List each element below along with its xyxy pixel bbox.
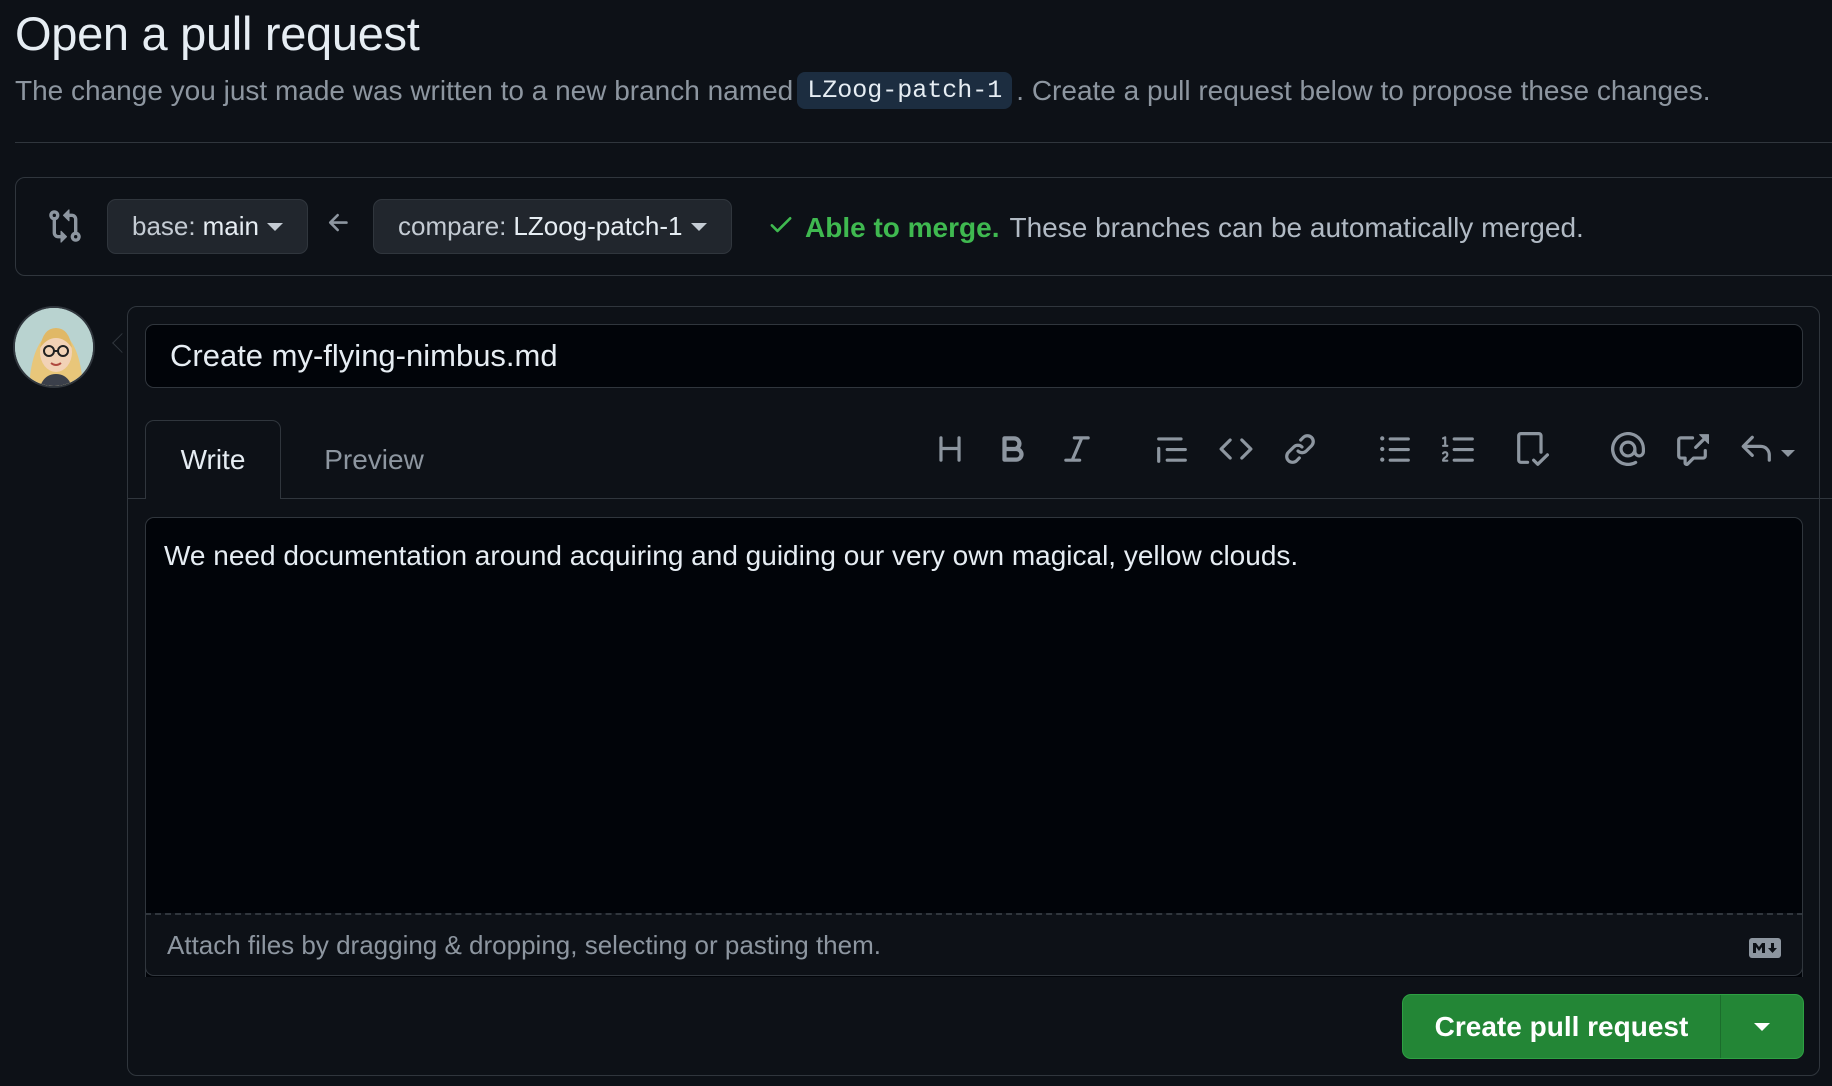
heading-icon[interactable]	[933, 432, 967, 466]
bulleted-list-icon[interactable]	[1378, 432, 1412, 466]
numbered-list-icon[interactable]	[1442, 432, 1476, 466]
page-title: Open a pull request	[15, 7, 420, 60]
compare-branch-select[interactable]: compare: LZoog-patch-1	[373, 199, 732, 254]
base-branch-select[interactable]: base: main	[107, 199, 308, 254]
body-textarea[interactable]: We need documentation around acquiring a…	[145, 517, 1803, 977]
chevron-down-icon	[1754, 1022, 1770, 1031]
avatar[interactable]	[13, 306, 95, 388]
base-label: base:	[132, 211, 196, 241]
tab-preview[interactable]: Preview	[300, 420, 448, 499]
merge-desc-text: These branches can be automatically merg…	[1009, 211, 1584, 243]
create-pr-button-group: Create pull request	[1402, 994, 1804, 1059]
quote-icon[interactable]	[1155, 432, 1189, 466]
merge-ok-text: Able to merge.	[805, 211, 1000, 243]
code-icon[interactable]	[1219, 432, 1253, 466]
italic-icon[interactable]	[1060, 432, 1094, 466]
subtitle-text: The change you just made was written to …	[15, 74, 794, 106]
chevron-down-icon	[690, 222, 707, 231]
subtitle-text-end: . Create a pull request below to propose…	[1016, 74, 1711, 106]
branch-name-code: LZoog-patch-1	[797, 72, 1013, 109]
create-options-dropdown[interactable]	[1721, 995, 1803, 1058]
cross-reference-icon[interactable]	[1675, 432, 1709, 466]
link-icon[interactable]	[1283, 432, 1317, 466]
compare-label: compare:	[398, 211, 507, 241]
divider	[15, 142, 1832, 143]
merge-status: Able to merge. These branches can be aut…	[767, 210, 1584, 245]
compare-value: LZoog-patch-1	[513, 211, 683, 241]
attach-hint: Attach files by dragging & dropping, sel…	[167, 929, 881, 960]
compare-bar: base: main compare: LZoog-patch-1 Able t…	[15, 177, 1832, 276]
attach-files-bar[interactable]: Attach files by dragging & dropping, sel…	[145, 913, 1803, 976]
markdown-icon[interactable]	[1748, 935, 1782, 958]
reply-dropdown-chevron-icon[interactable]	[1781, 450, 1795, 457]
base-value: main	[202, 211, 259, 241]
reply-icon[interactable]	[1739, 432, 1773, 466]
page-subtitle: The change you just made was written to …	[15, 72, 1710, 109]
git-compare-icon	[47, 208, 83, 244]
create-pull-request-button[interactable]: Create pull request	[1403, 995, 1721, 1058]
task-list-icon[interactable]	[1515, 432, 1550, 466]
check-icon	[767, 210, 795, 245]
mention-icon[interactable]	[1610, 431, 1645, 467]
chevron-down-icon	[266, 222, 283, 231]
bold-icon[interactable]	[996, 432, 1030, 466]
tab-write[interactable]: Write	[145, 420, 281, 499]
body-text: We need documentation around acquiring a…	[164, 540, 1299, 571]
title-input[interactable]: Create my-flying-nimbus.md	[145, 324, 1803, 388]
arrow-left-icon	[325, 209, 353, 237]
